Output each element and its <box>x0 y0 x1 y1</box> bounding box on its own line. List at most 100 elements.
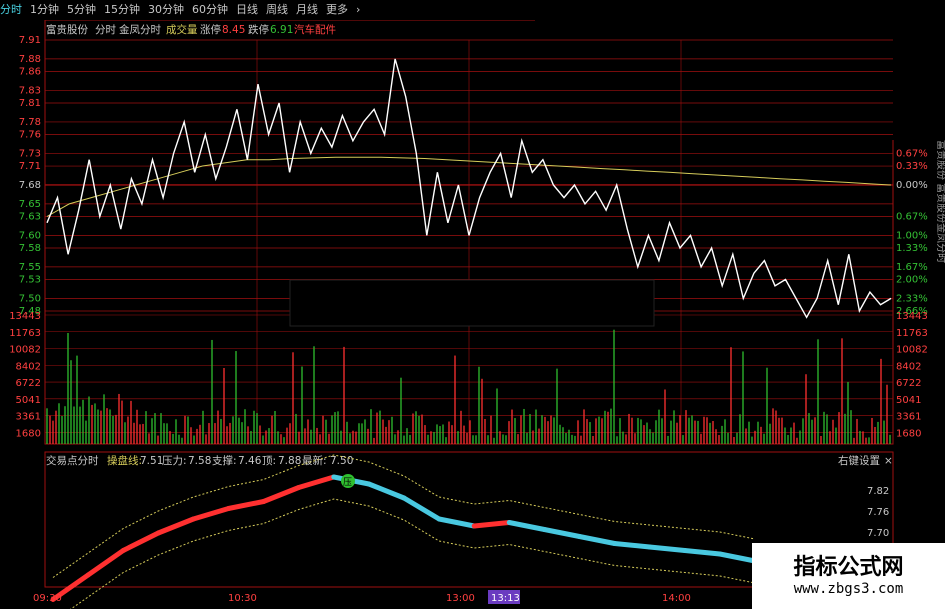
control-line-segment <box>366 481 407 501</box>
percent-tick-label: 0.00% <box>896 180 928 191</box>
time-label: 13:13 <box>491 593 520 604</box>
price-tick-label: 7.65 <box>19 199 41 210</box>
stock-name: 富贵股份 <box>46 23 88 36</box>
control-line-segment <box>120 530 161 553</box>
time-label: 14:00 <box>662 593 691 604</box>
indicator-label: 金凤分时 <box>119 23 161 36</box>
indicator-tick-label: 7.76 <box>867 507 889 518</box>
control-line-segment <box>436 516 477 529</box>
control-line-segment <box>85 548 126 578</box>
price-tick-label: 7.63 <box>19 211 41 222</box>
percent-tick-label: 0.67% <box>896 211 928 222</box>
pressure-band-line <box>52 454 756 578</box>
price-tick-label: 7.53 <box>19 274 41 285</box>
price-tick-label: 7.81 <box>19 98 41 109</box>
control-line-segment <box>471 520 512 529</box>
percent-tick-label: 1.33% <box>896 243 928 254</box>
volume-tick-label: 11763 <box>9 328 41 339</box>
time-label: 09:30 <box>33 593 62 604</box>
control-line-segment <box>155 516 196 536</box>
limit-down-label: 跌停 <box>248 23 269 36</box>
watermark-title: 指标公式网 <box>793 555 904 580</box>
period-tab-5[interactable]: 60分钟 <box>192 3 228 16</box>
price-tick-label: 7.50 <box>19 293 41 304</box>
control-line-segment <box>401 495 442 522</box>
top-label: 顶: <box>262 455 276 467</box>
price-tick-label: 7.71 <box>19 161 41 172</box>
volume-label: 成交量 <box>166 23 198 36</box>
pressure-badge: 压 <box>341 474 355 488</box>
volume-tick-label: 5041 <box>896 395 921 406</box>
period-tab-9[interactable]: 更多 <box>326 3 348 16</box>
percent-tick-label: 2.33% <box>896 293 928 304</box>
watermark-url: www.zbgs3.com <box>793 581 904 597</box>
volume-tick-label: 6722 <box>896 378 921 389</box>
time-label: 10:30 <box>228 593 257 604</box>
pressure-value: 7.58 <box>188 455 211 467</box>
indicator-title: 交易点分时 <box>46 454 99 467</box>
period-tab-4[interactable]: 30分钟 <box>148 3 184 16</box>
price-panel-header: 富贵股份 分时 金凤分时 成交量 涨停 8.45 跌停 6.91 汽车配件 <box>46 23 336 36</box>
volume-tick-label: 5041 <box>16 395 41 406</box>
support-label: 支撑: <box>212 454 237 467</box>
limit-up-label: 涨停 <box>200 23 221 36</box>
percent-tick-label: 0.33% <box>896 161 928 172</box>
control-line-segment <box>612 541 653 550</box>
control-line-segment <box>647 544 688 553</box>
period-tab-6[interactable]: 日线 <box>236 3 258 16</box>
volume-tick-label: 11763 <box>896 328 928 339</box>
close-icon[interactable]: × <box>884 455 893 467</box>
control-line-segment <box>682 548 723 557</box>
control-line-segment <box>261 485 302 504</box>
percent-tick-label: 1.67% <box>896 262 928 273</box>
limit-down-value: 6.91 <box>270 24 293 36</box>
volume-tick-label: 1680 <box>16 428 41 439</box>
price-tick-label: 7.60 <box>19 230 41 241</box>
period-tab-7[interactable]: 周线 <box>266 3 288 16</box>
control-line-segment <box>296 474 337 490</box>
price-tick-label: 7.83 <box>19 85 41 96</box>
settings-button[interactable]: 右键设置 <box>838 454 880 467</box>
watermark: 指标公式网 www.zbgs3.com <box>752 543 945 609</box>
price-tick-label: 7.58 <box>19 243 41 254</box>
volume-tick-label: 6722 <box>16 378 41 389</box>
right-side-caption: 富贵股份 富贵股份金凤分时 <box>935 140 945 263</box>
control-line-value: 7.51 <box>140 455 163 467</box>
mode-label: 分时 <box>95 24 116 36</box>
svg-text:压: 压 <box>343 477 352 488</box>
time-label: 13:00 <box>446 593 475 604</box>
control-line-segment <box>190 506 231 522</box>
volume-tick-label: 8402 <box>16 361 41 372</box>
more-arrow-icon[interactable]: › <box>356 3 360 16</box>
period-tab-3[interactable]: 15分钟 <box>104 3 140 16</box>
percent-tick-label: 1.00% <box>896 230 928 241</box>
support-value: 7.46 <box>238 455 262 467</box>
period-tab-8[interactable]: 月线 <box>296 3 318 16</box>
sector-label: 汽车配件 <box>294 23 336 36</box>
volume-tick-label: 8402 <box>896 361 921 372</box>
indicator-tick-label: 7.82 <box>867 486 889 497</box>
percent-tick-label: 2.00% <box>896 274 928 285</box>
period-tab-0[interactable]: 分时 <box>0 3 22 16</box>
redaction-block <box>289 279 655 327</box>
indicator-panel-header: 交易点分时 操盘线: 7.51 压力: 7.58 支撑: 7.46 顶: 7.8… <box>46 454 893 467</box>
volume-tick-label: 13443 <box>9 311 41 322</box>
limit-up-value: 8.45 <box>222 24 245 36</box>
indicator-tick-label: 7.70 <box>867 528 889 539</box>
control-line-segment <box>226 499 267 511</box>
price-tick-label: 7.68 <box>19 180 41 191</box>
percent-tick-label: 0.67% <box>896 148 928 159</box>
pressure-label: 压力: <box>162 454 187 467</box>
period-tab-2[interactable]: 5分钟 <box>67 3 96 16</box>
volume-tick-label: 3361 <box>896 412 921 423</box>
period-tab-bar: 分时 1分钟 5分钟 15分钟 30分钟 60分钟 日线 周线 月线 更多 › <box>0 0 945 20</box>
price-tick-label: 7.73 <box>19 148 41 159</box>
volume-tick-label: 13443 <box>896 311 928 322</box>
control-line-label: 操盘线: <box>107 454 142 467</box>
price-tick-label: 7.76 <box>19 130 41 141</box>
period-tab-1[interactable]: 1分钟 <box>30 3 59 16</box>
volume-tick-label: 10082 <box>9 345 41 356</box>
chart-area: 富贵股份 分时 金凤分时 成交量 涨停 8.45 跌停 6.91 汽车配件 7.… <box>9 20 945 609</box>
control-line-segment <box>717 551 758 564</box>
top-value: 7.88 <box>278 455 301 467</box>
